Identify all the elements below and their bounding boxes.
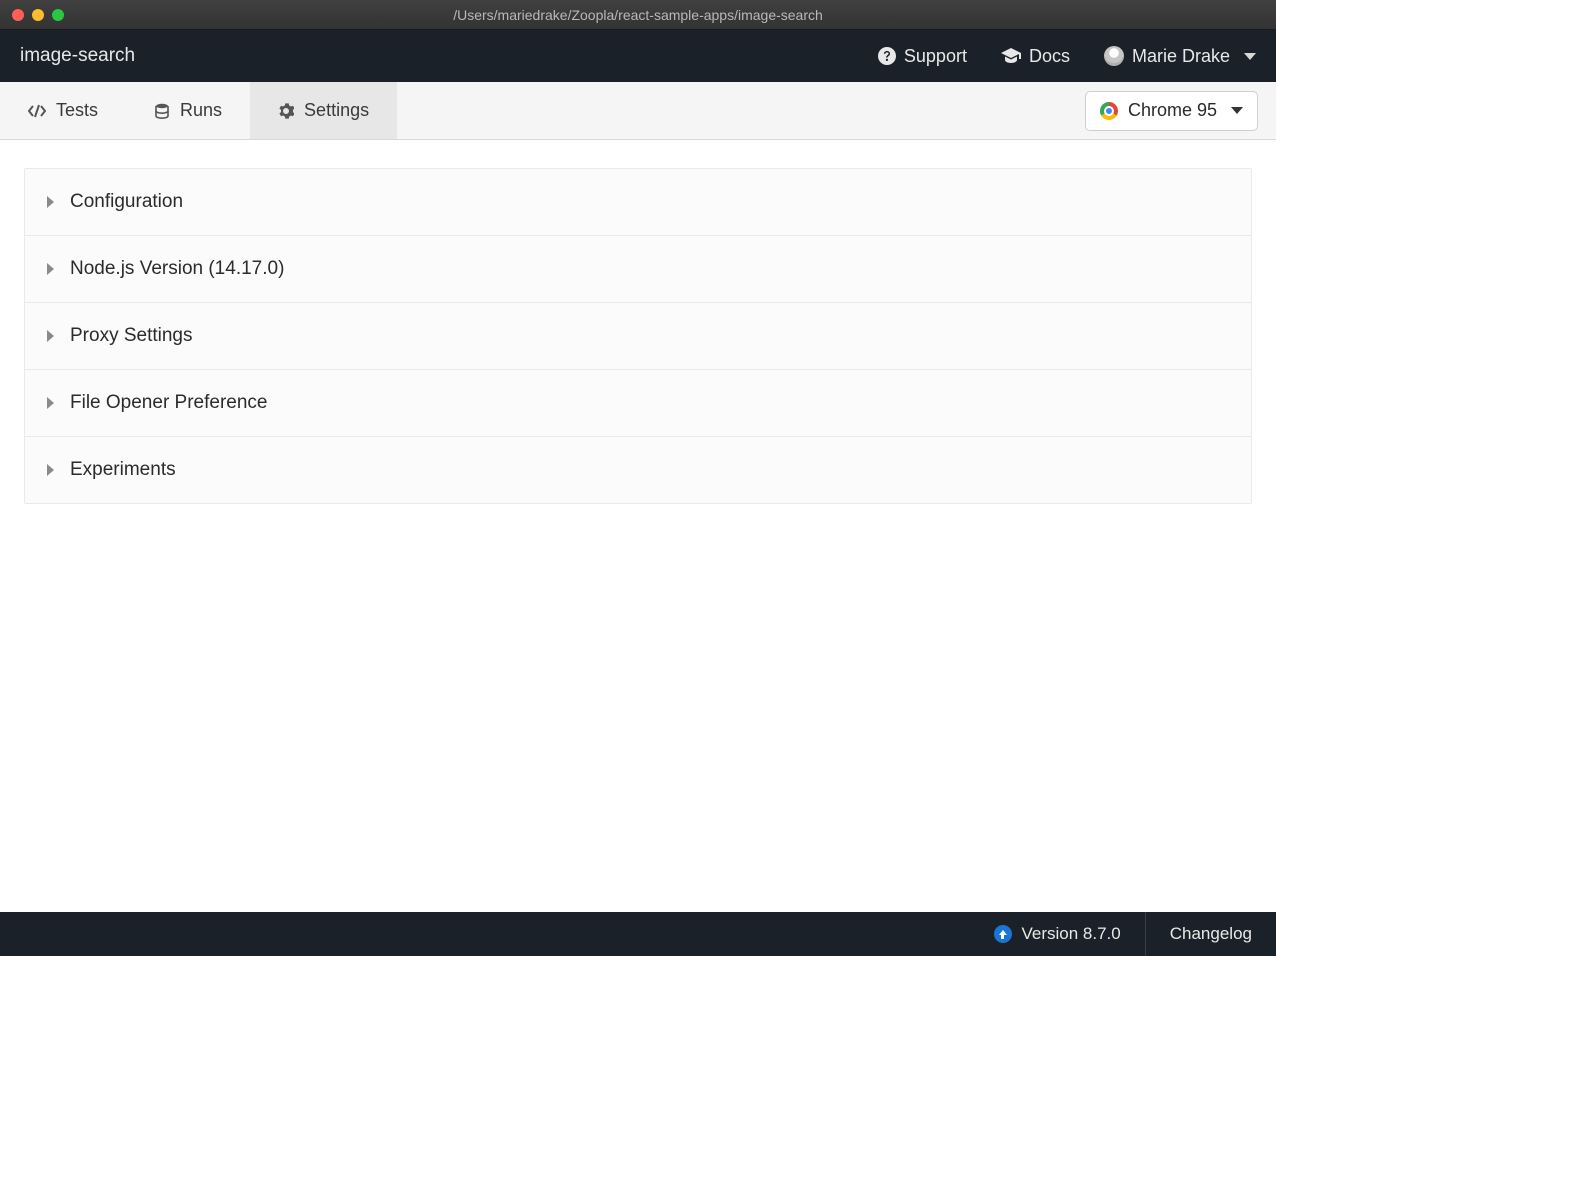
settings-row-label: File Opener Preference [70, 392, 268, 414]
chevron-down-icon [1231, 107, 1243, 114]
settings-row-label: Proxy Settings [70, 325, 193, 347]
settings-row-label: Node.js Version (14.17.0) [70, 258, 284, 280]
tab-tests[interactable]: Tests [0, 82, 126, 139]
tab-settings[interactable]: Settings [250, 82, 397, 139]
browser-label: Chrome 95 [1128, 100, 1217, 121]
avatar-icon [1104, 46, 1124, 66]
footer: Version 8.7.0 Changelog [0, 912, 1276, 956]
caret-right-icon [47, 196, 54, 208]
minimize-window-button[interactable] [32, 9, 44, 21]
support-label: Support [904, 46, 967, 67]
user-name: Marie Drake [1132, 46, 1230, 67]
tab-label: Settings [304, 100, 369, 121]
version-label: Version 8.7.0 [1022, 924, 1121, 944]
tabs-bar: Tests Runs Settings Chrome 95 [0, 82, 1276, 140]
project-name: image-search [20, 45, 135, 67]
question-circle-icon [878, 47, 896, 65]
settings-row-file-opener[interactable]: File Opener Preference [25, 370, 1251, 437]
tabs: Tests Runs Settings [0, 82, 397, 139]
caret-right-icon [47, 330, 54, 342]
tab-label: Runs [180, 100, 222, 121]
user-menu[interactable]: Marie Drake [1104, 46, 1256, 67]
app-header: image-search Support Docs Marie Drake [0, 30, 1276, 82]
docs-link[interactable]: Docs [1001, 46, 1070, 67]
settings-row-label: Configuration [70, 191, 183, 213]
settings-list: Configuration Node.js Version (14.17.0) … [24, 168, 1252, 504]
update-available-icon [994, 925, 1012, 943]
caret-right-icon [47, 464, 54, 476]
settings-row-node-version[interactable]: Node.js Version (14.17.0) [25, 236, 1251, 303]
settings-row-configuration[interactable]: Configuration [25, 169, 1251, 236]
database-icon [154, 103, 170, 119]
changelog-link[interactable]: Changelog [1146, 912, 1276, 956]
gear-icon [278, 103, 294, 119]
browser-dropdown[interactable]: Chrome 95 [1085, 91, 1258, 131]
main-content: Configuration Node.js Version (14.17.0) … [0, 140, 1276, 912]
settings-row-proxy-settings[interactable]: Proxy Settings [25, 303, 1251, 370]
window-title: /Users/mariedrake/Zoopla/react-sample-ap… [10, 7, 1266, 23]
traffic-lights [12, 9, 64, 21]
chevron-down-icon [1244, 53, 1256, 60]
caret-right-icon [47, 263, 54, 275]
tab-label: Tests [56, 100, 98, 121]
chrome-icon [1100, 102, 1118, 120]
code-icon [28, 104, 46, 118]
caret-right-icon [47, 397, 54, 409]
tab-runs[interactable]: Runs [126, 82, 250, 139]
settings-row-experiments[interactable]: Experiments [25, 437, 1251, 503]
docs-label: Docs [1029, 46, 1070, 67]
changelog-label: Changelog [1170, 924, 1252, 944]
graduation-cap-icon [1001, 48, 1021, 64]
support-link[interactable]: Support [878, 46, 967, 67]
close-window-button[interactable] [12, 9, 24, 21]
settings-row-label: Experiments [70, 459, 176, 481]
version-info[interactable]: Version 8.7.0 [970, 912, 1145, 956]
window-titlebar: /Users/mariedrake/Zoopla/react-sample-ap… [0, 0, 1276, 30]
maximize-window-button[interactable] [52, 9, 64, 21]
